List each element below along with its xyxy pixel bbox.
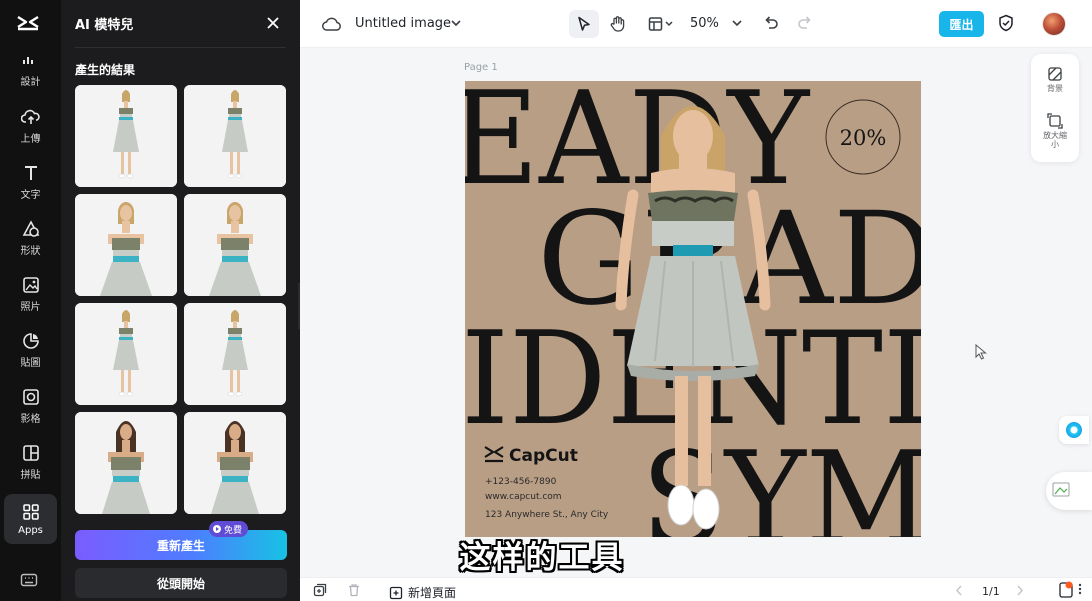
video-subtitle: 这样的工具 — [459, 540, 625, 576]
rail-item-label: Apps — [18, 525, 43, 536]
rail-item-design[interactable]: 設計 — [4, 44, 57, 94]
undo-icon[interactable] — [763, 15, 779, 31]
cursor-icon — [578, 16, 590, 31]
rail-item-shapes[interactable]: 形狀 — [4, 213, 57, 263]
shield-icon[interactable] — [998, 14, 1014, 32]
result-thumbnail[interactable] — [184, 194, 286, 296]
free-badge: 免費 — [209, 521, 249, 537]
close-icon[interactable] — [264, 14, 282, 32]
rail-item-collage[interactable]: 拼貼 — [4, 437, 57, 487]
assistant-orb-icon — [1066, 422, 1082, 438]
redo-icon[interactable] — [797, 15, 813, 31]
pages-panel-icon[interactable] — [1058, 581, 1074, 599]
chevron-down-icon[interactable] — [451, 19, 461, 27]
rail-item-sticker[interactable]: 貼圖 — [4, 325, 57, 375]
canvas-side-tools: 背景 放大縮小 — [1031, 54, 1079, 162]
background-icon — [1048, 67, 1062, 81]
result-thumbnail[interactable] — [75, 194, 177, 296]
canvas-area: Page 1 EADY GRAD IDENTI SYM 20% — [300, 48, 1092, 577]
contact-phone: +123-456-7890 — [485, 477, 557, 487]
panel-title: AI 模特兒 — [75, 18, 134, 33]
result-thumbnail[interactable] — [75, 85, 177, 187]
result-thumbnail[interactable] — [184, 412, 286, 514]
collage-icon — [21, 443, 41, 463]
add-page-icon — [389, 586, 403, 599]
rail-item-label: 拼貼 — [20, 470, 41, 481]
layout-icon — [648, 17, 673, 31]
ai-assistant-button[interactable] — [1059, 416, 1089, 444]
resize-tool-label: 放大縮小 — [1043, 131, 1067, 149]
regenerate-button[interactable]: 重新產生 — [75, 530, 287, 560]
rail-item-label: 貼圖 — [20, 358, 41, 369]
add-page-button[interactable]: 新增頁面 — [389, 584, 456, 601]
rail-item-label: 形狀 — [20, 246, 41, 257]
layout-dropdown-button[interactable] — [644, 10, 678, 38]
rail-item-frame[interactable]: 影格 — [4, 381, 57, 431]
upload-cloud-icon — [20, 107, 41, 127]
page-label: Page 1 — [464, 62, 498, 73]
rail-item-photo[interactable]: 照片 — [4, 269, 57, 319]
text-icon — [21, 163, 41, 183]
zoom-chevron-down-icon[interactable] — [732, 19, 742, 27]
results-heading: 產生的結果 — [75, 63, 136, 77]
capcut-logo-icon[interactable] — [16, 14, 40, 34]
shapes-icon — [21, 219, 41, 239]
export-button[interactable]: 匯出 — [939, 11, 984, 37]
contact-website: www.capcut.com — [485, 492, 562, 502]
zoom-level[interactable]: 50% — [690, 16, 719, 31]
rail-item-label: 上傳 — [20, 134, 41, 145]
keyboard-icon[interactable] — [20, 572, 38, 588]
rail-item-apps[interactable]: Apps — [4, 494, 57, 544]
result-thumbnail[interactable] — [184, 303, 286, 405]
contact-address: 123 Anywhere St., Any City — [485, 510, 609, 520]
cloud-sync-icon[interactable] — [322, 15, 342, 33]
document-title[interactable]: Untitled image — [355, 16, 451, 31]
background-tool[interactable]: 背景 — [1031, 66, 1079, 93]
rail-item-text[interactable]: 文字 — [4, 157, 57, 207]
top-toolbar: Untitled image 50% 匯出 — [300, 0, 1092, 48]
previous-page-icon[interactable] — [955, 585, 963, 596]
rail-item-label: 照片 — [20, 302, 41, 313]
result-thumbnail[interactable] — [75, 303, 177, 405]
discount-badge: 20% — [840, 126, 887, 150]
frame-icon — [21, 387, 41, 407]
next-page-icon[interactable] — [1016, 585, 1024, 596]
apps-grid-icon — [21, 502, 41, 522]
panel-divider — [75, 47, 286, 48]
brand-name: CapCut — [509, 446, 578, 466]
mouse-pointer-icon — [975, 344, 987, 360]
add-page-label: 新增頁面 — [408, 586, 457, 600]
ai-model-panel: AI 模特兒 產生的結果 重新產生 免費 從頭開始 — [61, 0, 300, 601]
hand-tool-button[interactable] — [603, 10, 633, 38]
design-icon — [21, 50, 41, 70]
rail-item-label: 設計 — [20, 77, 41, 88]
free-badge-label: 免費 — [224, 525, 243, 536]
rail-item-label: 文字 — [20, 190, 41, 201]
bottom-bar: 新增頁面 1/1 — [300, 577, 1092, 601]
design-artboard[interactable]: EADY GRAD IDENTI SYM 20% — [465, 81, 921, 537]
resize-icon — [1047, 113, 1063, 129]
floating-image-widget[interactable] — [1046, 472, 1092, 510]
restart-button[interactable]: 從頭開始 — [75, 568, 287, 598]
left-rail: 設計 上傳 文字 形狀 照片 貼圖 影格 拼貼 Apps — [0, 0, 61, 601]
duplicate-page-icon[interactable] — [313, 583, 327, 597]
photo-icon — [21, 275, 41, 295]
rail-item-label: 影格 — [20, 414, 41, 425]
delete-page-icon[interactable] — [347, 583, 361, 597]
background-tool-label: 背景 — [1047, 84, 1063, 93]
user-avatar[interactable] — [1042, 12, 1066, 36]
broken-image-icon — [1052, 482, 1070, 497]
sticker-icon — [21, 331, 41, 351]
result-thumbnail[interactable] — [75, 412, 177, 514]
result-thumbnail[interactable] — [184, 85, 286, 187]
resize-tool[interactable]: 放大縮小 — [1031, 113, 1079, 149]
page-counter: 1/1 — [982, 585, 1000, 598]
hand-icon — [610, 16, 625, 32]
rail-item-upload[interactable]: 上傳 — [4, 101, 57, 151]
play-icon — [213, 525, 221, 533]
more-options-icon[interactable] — [1077, 582, 1083, 596]
select-tool-button[interactable] — [569, 10, 599, 38]
